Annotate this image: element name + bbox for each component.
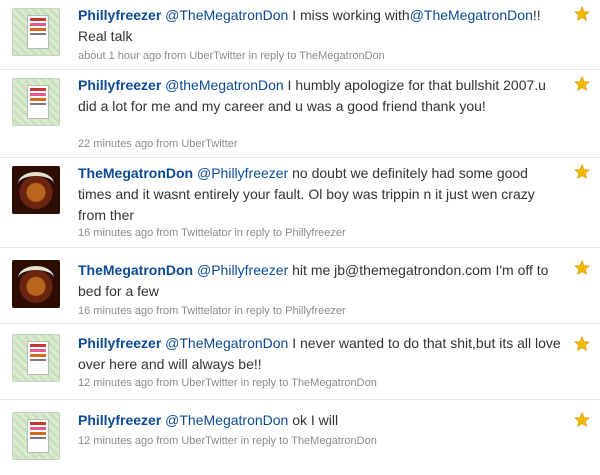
- tweet-client-link[interactable]: UberTwitter: [181, 377, 237, 389]
- tweet-item: TheMegatronDon @Phillyfreezer hit me jb@…: [0, 248, 600, 324]
- tweet-timestamp-link[interactable]: 12 minutes ago: [78, 435, 153, 447]
- tweet-from-label: from: [164, 50, 187, 62]
- tweet-text: Phillyfreezer @TheMegatronDon ok I will: [78, 410, 563, 431]
- tweet-mention-link[interactable]: @Phillyfreezer: [197, 165, 288, 181]
- tweet-meta: 16 minutes ago from Twittelator in reply…: [78, 226, 346, 240]
- tweet-reply-link[interactable]: Phillyfreezer: [285, 305, 346, 317]
- megatrondon-avatar[interactable]: [12, 166, 60, 214]
- phillyfreezer-avatar[interactable]: [12, 412, 60, 460]
- tweet-client-link[interactable]: Twittelator: [181, 227, 231, 239]
- tweet-author-link[interactable]: TheMegatronDon: [78, 165, 193, 181]
- avatar-card-image: [27, 85, 49, 119]
- tweet-from-label: from: [156, 377, 179, 389]
- tweet-timestamp-link[interactable]: 12 minutes ago: [78, 377, 153, 389]
- tweet-timestamp-link[interactable]: about 1 hour ago: [78, 50, 161, 62]
- tweet-meta: 12 minutes ago from UberTwitter in reply…: [78, 376, 377, 390]
- tweet-reply-prefix: in reply to: [240, 435, 289, 447]
- tweet-item: Phillyfreezer @theMegatronDon I humbly a…: [0, 70, 600, 158]
- tweet-client-link[interactable]: UberTwitter: [181, 138, 237, 150]
- tweet-item: Phillyfreezer @TheMegatronDon I never wa…: [0, 324, 600, 400]
- tweet-reply-prefix: in reply to: [234, 305, 283, 317]
- tweet-author-link[interactable]: TheMegatronDon: [78, 262, 193, 278]
- favorite-star-icon[interactable]: [574, 6, 590, 22]
- tweet-author-link[interactable]: Phillyfreezer: [78, 335, 161, 351]
- tweet-reply-prefix: in reply to: [234, 227, 283, 239]
- tweet-from-label: from: [156, 138, 179, 150]
- tweet-mention-link[interactable]: @theMegatronDon: [165, 77, 284, 93]
- tweet-timestamp-link[interactable]: 16 minutes ago: [78, 305, 153, 317]
- tweet-mention-link[interactable]: @TheMegatronDon: [410, 7, 533, 23]
- tweet-client-link[interactable]: Twittelator: [181, 305, 231, 317]
- tweet-reply-link[interactable]: TheMegatronDon: [299, 50, 385, 62]
- tweet-reply-link[interactable]: TheMegatronDon: [291, 377, 377, 389]
- tweet-mention-link[interactable]: @TheMegatronDon: [165, 7, 288, 23]
- tweet-client-link[interactable]: UberTwitter: [181, 435, 237, 447]
- tweet-mention-link[interactable]: @Phillyfreezer: [197, 262, 288, 278]
- tweet-author-link[interactable]: Phillyfreezer: [78, 77, 161, 93]
- favorite-star-icon[interactable]: [574, 412, 590, 428]
- tweet-author-link[interactable]: Phillyfreezer: [78, 7, 161, 23]
- tweet-reply-link[interactable]: TheMegatronDon: [291, 435, 377, 447]
- avatar-horns-image: [18, 172, 54, 196]
- tweet-author-link[interactable]: Phillyfreezer: [78, 412, 161, 428]
- avatar-card-image: [27, 419, 49, 453]
- tweet-meta: 12 minutes ago from UberTwitter in reply…: [78, 434, 377, 448]
- tweet-text: TheMegatronDon @Phillyfreezer hit me jb@…: [78, 260, 563, 302]
- avatar-card-image: [27, 15, 49, 49]
- favorite-star-icon[interactable]: [574, 164, 590, 180]
- tweet-meta: about 1 hour ago from UberTwitter in rep…: [78, 49, 385, 63]
- tweet-reply-prefix: in reply to: [248, 50, 297, 62]
- tweet-meta: 16 minutes ago from Twittelator in reply…: [78, 304, 346, 318]
- avatar-card-image: [27, 341, 49, 375]
- phillyfreezer-avatar[interactable]: [12, 334, 60, 382]
- tweet-mention-link[interactable]: @TheMegatronDon: [165, 412, 288, 428]
- tweet-from-label: from: [156, 227, 179, 239]
- tweet-body: I miss working with: [288, 7, 410, 23]
- tweet-text: Phillyfreezer @TheMegatronDon I never wa…: [78, 333, 563, 375]
- tweet-text: TheMegatronDon @Phillyfreezer no doubt w…: [78, 163, 563, 226]
- tweet-timestamp-link[interactable]: 22 minutes ago: [78, 138, 153, 150]
- tweet-reply-prefix: in reply to: [240, 377, 289, 389]
- megatrondon-avatar[interactable]: [12, 260, 60, 308]
- tweet-item: Phillyfreezer @TheMegatronDon I miss wor…: [0, 0, 600, 70]
- tweet-client-link[interactable]: UberTwitter: [189, 50, 245, 62]
- tweet-mention-link[interactable]: @TheMegatronDon: [165, 335, 288, 351]
- phillyfreezer-avatar[interactable]: [12, 8, 60, 56]
- tweet-timeline: Phillyfreezer @TheMegatronDon I miss wor…: [0, 0, 600, 475]
- tweet-text: Phillyfreezer @theMegatronDon I humbly a…: [78, 75, 563, 117]
- favorite-star-icon[interactable]: [574, 76, 590, 92]
- favorite-star-icon[interactable]: [574, 336, 590, 352]
- tweet-from-label: from: [156, 305, 179, 317]
- tweet-reply-link[interactable]: Phillyfreezer: [285, 227, 346, 239]
- tweet-timestamp-link[interactable]: 16 minutes ago: [78, 227, 153, 239]
- phillyfreezer-avatar[interactable]: [12, 78, 60, 126]
- favorite-star-icon[interactable]: [574, 260, 590, 276]
- tweet-meta: 22 minutes ago from UberTwitter: [78, 137, 238, 151]
- avatar-horns-image: [18, 266, 54, 290]
- tweet-item: Phillyfreezer @TheMegatronDon ok I will …: [0, 400, 600, 475]
- tweet-item: TheMegatronDon @Phillyfreezer no doubt w…: [0, 158, 600, 248]
- tweet-text: Phillyfreezer @TheMegatronDon I miss wor…: [78, 5, 548, 47]
- tweet-body: ok I will: [288, 412, 339, 428]
- tweet-from-label: from: [156, 435, 179, 447]
